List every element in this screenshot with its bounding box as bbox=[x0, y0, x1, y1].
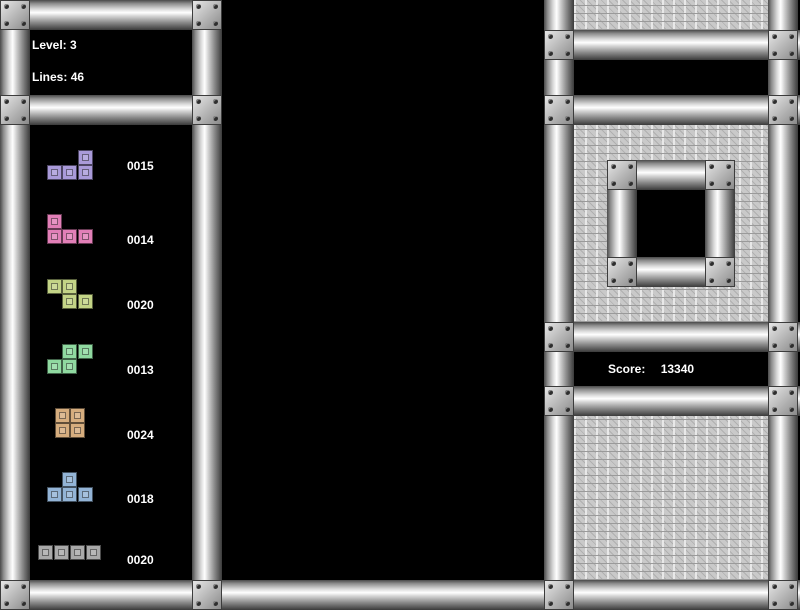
pipe-joint bbox=[544, 386, 574, 416]
right-frame-gap bbox=[574, 60, 768, 95]
right-frame-pipe-outer bbox=[768, 0, 798, 608]
score-value: 13340 bbox=[660, 362, 695, 376]
stat-count-t: 0015 bbox=[127, 159, 154, 173]
right-frame-pipe bbox=[544, 95, 800, 125]
piece-block bbox=[78, 344, 93, 359]
right-frame-pipe bbox=[544, 386, 800, 416]
pipe-joint bbox=[607, 257, 637, 287]
piece-block bbox=[47, 487, 62, 502]
stat-count-o: 0024 bbox=[127, 428, 154, 442]
piece-block bbox=[38, 545, 53, 560]
piece-block bbox=[47, 214, 62, 229]
pipe-joint bbox=[192, 95, 222, 125]
playfield bbox=[222, 0, 544, 580]
pipe-joint bbox=[0, 0, 30, 30]
level-value: 3 bbox=[70, 38, 77, 52]
pipe-joint bbox=[768, 386, 798, 416]
stat-count-t-up: 0018 bbox=[127, 492, 154, 506]
pipe-joint bbox=[768, 322, 798, 352]
pipe-joint bbox=[768, 95, 798, 125]
piece-block bbox=[78, 294, 93, 309]
level-readout: Level: 3 bbox=[32, 38, 77, 52]
piece-block bbox=[70, 545, 85, 560]
piece-block bbox=[78, 487, 93, 502]
pipe-joint bbox=[768, 30, 798, 60]
left-frame-pipe-outer bbox=[0, 0, 30, 608]
piece-block bbox=[54, 545, 69, 560]
piece-block bbox=[62, 294, 77, 309]
piece-block bbox=[47, 229, 62, 244]
pipe-joint bbox=[192, 580, 222, 610]
pipe-joint bbox=[705, 257, 735, 287]
piece-block bbox=[62, 165, 77, 180]
piece-block bbox=[78, 150, 93, 165]
bottom-frame-pipe bbox=[0, 580, 800, 610]
right-frame-pipe bbox=[544, 30, 800, 60]
brick-wall-bottom bbox=[574, 416, 768, 580]
pipe-joint bbox=[544, 30, 574, 60]
piece-block bbox=[78, 165, 93, 180]
stat-count-s: 0013 bbox=[127, 363, 154, 377]
stat-count-j: 0014 bbox=[127, 233, 154, 247]
left-frame-pipe-top bbox=[0, 0, 222, 30]
pipe-joint bbox=[705, 160, 735, 190]
piece-block bbox=[62, 344, 77, 359]
brick-wall-top bbox=[574, 0, 768, 30]
piece-block bbox=[62, 472, 77, 487]
pipe-joint bbox=[544, 580, 574, 610]
pipe-joint bbox=[0, 95, 30, 125]
level-label: Level: bbox=[32, 38, 67, 52]
piece-block bbox=[55, 423, 70, 438]
piece-block bbox=[62, 279, 77, 294]
piece-block bbox=[62, 229, 77, 244]
pipe-joint bbox=[192, 0, 222, 30]
piece-block bbox=[47, 359, 62, 374]
piece-block bbox=[70, 423, 85, 438]
piece-block bbox=[70, 408, 85, 423]
preview-window bbox=[637, 190, 705, 257]
piece-block bbox=[47, 165, 62, 180]
piece-block bbox=[86, 545, 101, 560]
pipe-joint bbox=[607, 160, 637, 190]
stat-count-i: 0020 bbox=[127, 553, 154, 567]
pipe-joint bbox=[768, 580, 798, 610]
lines-readout: Lines: 46 bbox=[32, 70, 84, 84]
piece-block bbox=[78, 229, 93, 244]
lines-value: 46 bbox=[70, 70, 85, 84]
left-frame-pipe-inner bbox=[192, 0, 222, 608]
pipe-joint bbox=[544, 95, 574, 125]
right-frame-pipe bbox=[544, 322, 800, 352]
piece-block bbox=[55, 408, 70, 423]
piece-block bbox=[62, 359, 77, 374]
stat-count-z: 0020 bbox=[127, 298, 154, 312]
piece-block bbox=[47, 279, 62, 294]
score-label: Score: bbox=[608, 362, 646, 376]
score-readout: Score: 13340 bbox=[608, 362, 694, 376]
left-frame-pipe-divider bbox=[0, 95, 222, 125]
pipe-joint bbox=[544, 322, 574, 352]
right-frame-pipe-inner bbox=[544, 0, 574, 608]
pipe-joint bbox=[0, 580, 30, 610]
lines-label: Lines: bbox=[32, 70, 68, 84]
piece-block bbox=[62, 487, 77, 502]
